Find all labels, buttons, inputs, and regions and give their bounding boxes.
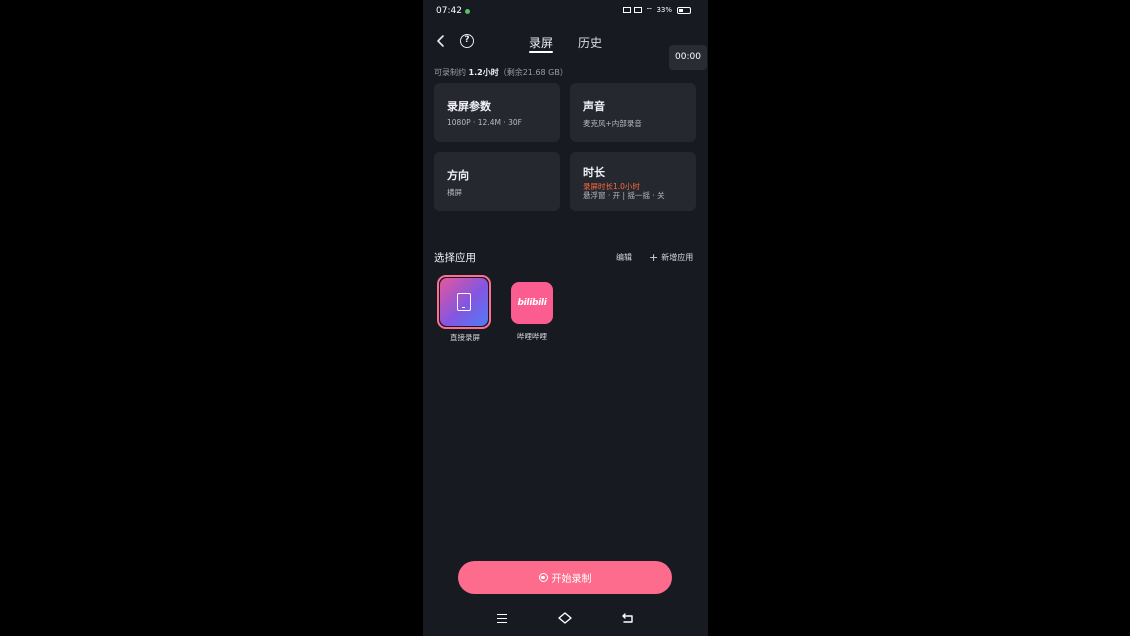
tab-record[interactable]: 录屏 [529, 34, 553, 51]
app-direct-record[interactable]: 直接录屏 [437, 275, 493, 343]
direct-record-app-icon [440, 278, 488, 326]
card-title: 时长 [583, 166, 605, 179]
card-title: 录屏参数 [447, 100, 491, 113]
back-arrow-icon[interactable] [435, 32, 447, 50]
card-title: 声音 [583, 100, 605, 113]
bilibili-logo-icon: bilibili [511, 282, 553, 324]
selected-frame [437, 275, 491, 329]
sim-icon [634, 7, 643, 13]
help-icon[interactable]: ? [460, 34, 474, 48]
floating-timer[interactable]: 00:00 [669, 45, 707, 70]
phone-screen: 07:42 ⌔ 33% ? 录屏 历史 00:00 可录制约 1.2小时（剩余2… [423, 0, 708, 636]
phone-screen-icon [457, 293, 471, 311]
start-recording-button[interactable]: 开始录制 [458, 561, 672, 594]
nav-home-icon[interactable] [557, 611, 573, 625]
battery-icon [677, 6, 691, 14]
section-title-select-app: 选择应用 [434, 252, 476, 264]
start-recording-label: 开始录制 [551, 574, 592, 585]
card-recording-params[interactable]: 录屏参数 1080P · 12.4M · 30F [434, 83, 560, 142]
nav-menu-icon[interactable] [497, 614, 507, 623]
plus-icon: + [649, 250, 659, 264]
app-label: 直接录屏 [450, 333, 480, 342]
status-time: 07:42 [436, 6, 462, 16]
card-subtitle: 悬浮窗 · 开 | 摇一摇 · 关 [583, 191, 665, 200]
capacity-remaining: （剩余21.68 GB） [498, 68, 568, 77]
edit-button[interactable]: 编辑 [616, 252, 632, 263]
card-subtitle: 麦克风+内部录音 [583, 119, 642, 128]
record-icon [538, 573, 548, 582]
tab-history[interactable]: 历史 [578, 34, 602, 51]
add-app-button[interactable]: + 新增应用 [649, 252, 693, 263]
status-icons: ⌔ 33% [623, 6, 691, 14]
app-label: 哔哩哔哩 [517, 332, 547, 341]
app-bilibili[interactable]: bilibili 哔哩哔哩 [510, 282, 554, 342]
card-title: 方向 [447, 169, 469, 182]
active-tab-indicator [529, 51, 553, 53]
notification-dot-icon [465, 9, 470, 14]
card-subtitle: 横屏 [447, 188, 462, 197]
capacity-hours: 1.2小时 [468, 68, 499, 77]
nav-back-icon[interactable] [621, 612, 635, 624]
capacity-prefix: 可录制约 [434, 68, 469, 77]
add-app-label: 新增应用 [661, 253, 694, 262]
card-duration[interactable]: 时长 录屏时长1.0小时 悬浮窗 · 开 | 摇一摇 · 关 [570, 152, 696, 211]
nfc-icon [623, 7, 632, 13]
status-bar: 07:42 ⌔ 33% [423, 0, 708, 22]
card-subtitle: 1080P · 12.4M · 30F [447, 118, 522, 127]
card-sound[interactable]: 声音 麦克风+内部录音 [570, 83, 696, 142]
card-orientation[interactable]: 方向 横屏 [434, 152, 560, 211]
recording-capacity: 可录制约 1.2小时（剩余21.68 GB） [434, 67, 568, 78]
wifi-icon: ⌔ [645, 5, 653, 15]
battery-percent: 33% [656, 6, 672, 14]
